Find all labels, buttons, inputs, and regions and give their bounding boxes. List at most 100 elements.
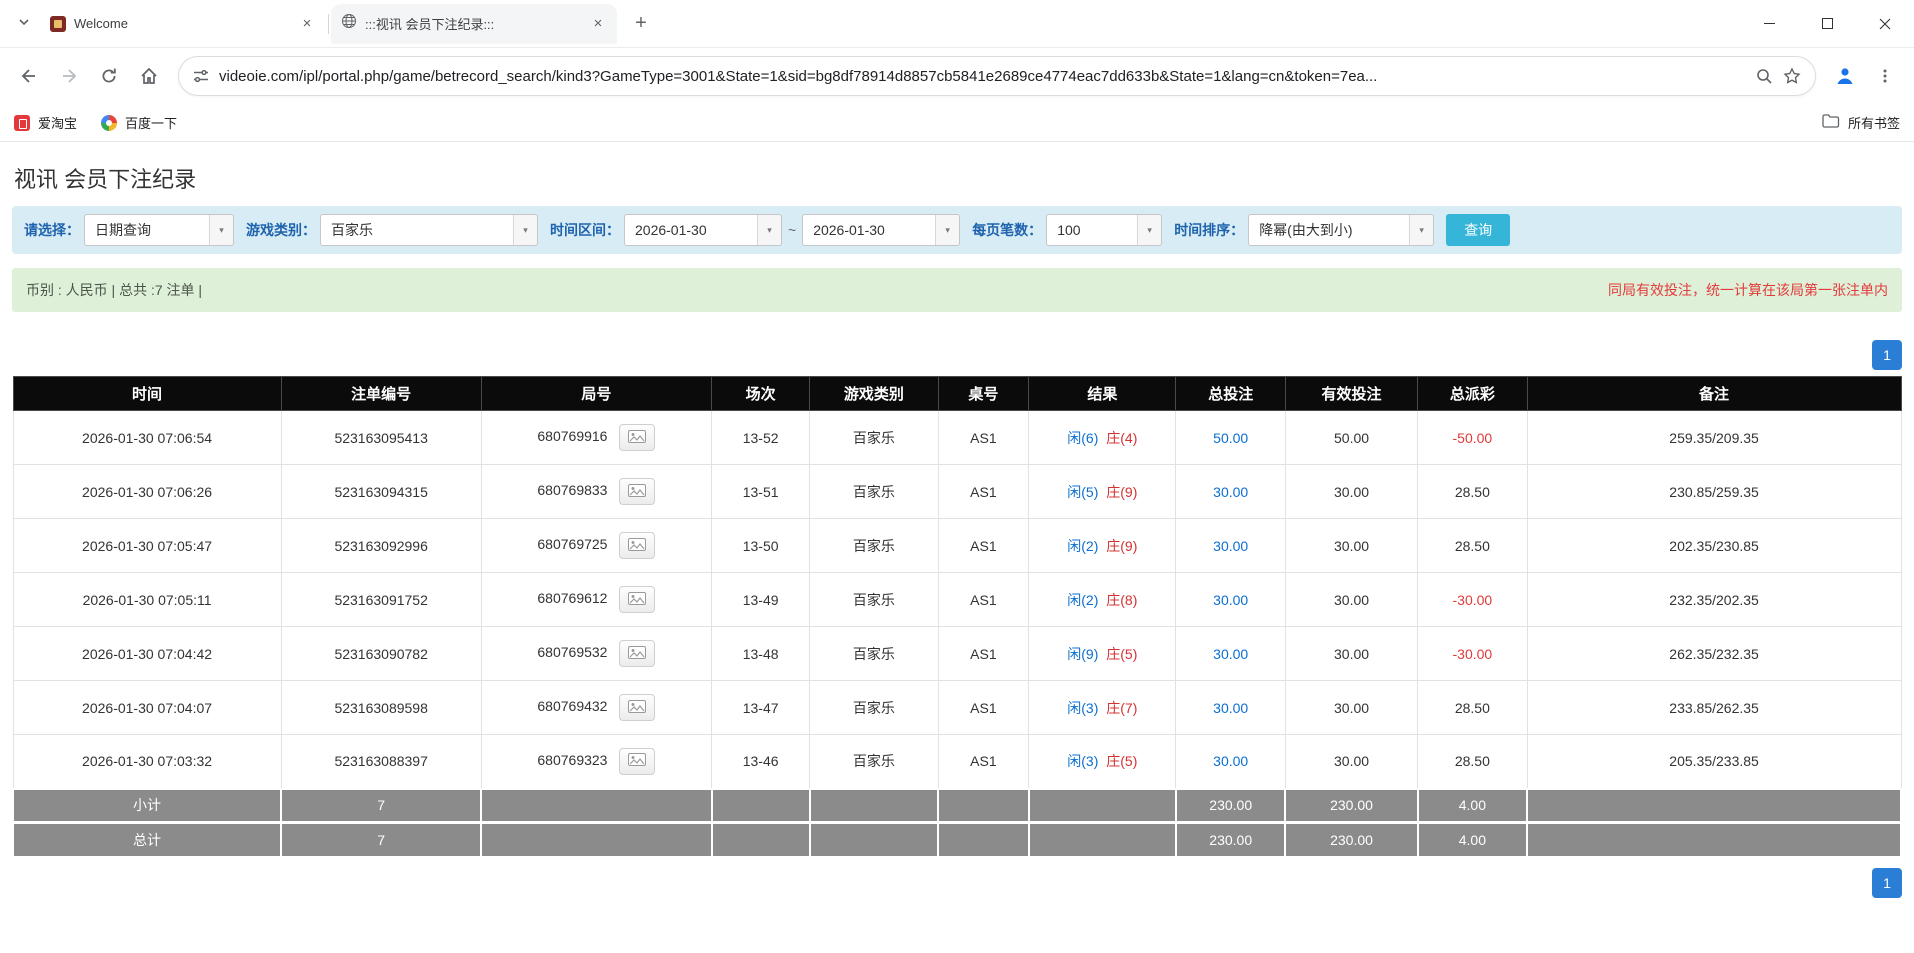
payout-cell: -30.00: [1418, 627, 1528, 681]
game-type-value: 百家乐: [321, 215, 513, 245]
table-row: 2026-01-30 07:04:42 523163090782 6807695…: [13, 627, 1901, 681]
grand-total-label: 总计: [13, 823, 281, 857]
result-cell: 闲(5) 庄(9): [1029, 465, 1176, 519]
valid-bet-cell: 30.00: [1285, 735, 1417, 789]
all-bookmarks-button[interactable]: 所有书签: [1822, 113, 1900, 132]
header-time: 时间: [13, 377, 281, 411]
round-detail-button[interactable]: [619, 478, 655, 505]
filter-bar: 请选择： 日期查询 ▾ 游戏类别： 百家乐 ▾ 时间区间： 2026-01-30…: [12, 206, 1902, 254]
round-detail-button[interactable]: [619, 424, 655, 451]
home-button[interactable]: [130, 57, 168, 95]
bookmark-aitaobao[interactable]: 爱淘宝: [14, 113, 77, 132]
tab-welcome[interactable]: Welcome ×: [40, 4, 326, 44]
total-bet-cell[interactable]: 30.00: [1176, 465, 1286, 519]
profile-avatar[interactable]: [1826, 57, 1864, 95]
round-id: 680769833: [537, 482, 607, 498]
page-1-button[interactable]: 1: [1872, 868, 1902, 898]
game-type-cell: 百家乐: [810, 519, 938, 573]
payout-cell: 28.50: [1418, 465, 1528, 519]
result-cell: 闲(2) 庄(9): [1029, 519, 1176, 573]
browser-window: Welcome × :::视讯 会员下注纪录::: × +: [0, 0, 1914, 953]
empty-cell: [712, 789, 810, 823]
taobao-favicon-icon: [14, 115, 30, 131]
round-detail-button[interactable]: [619, 532, 655, 559]
site-settings-icon[interactable]: [193, 68, 209, 84]
round-detail-image-icon: [628, 753, 646, 769]
result-player: 闲(2): [1067, 538, 1098, 554]
browser-menu-button[interactable]: [1866, 57, 1904, 95]
total-bet-cell[interactable]: 30.00: [1176, 681, 1286, 735]
remark-cell: 233.85/262.35: [1527, 681, 1901, 735]
result-player: 闲(6): [1067, 430, 1098, 446]
page-1-button[interactable]: 1: [1872, 340, 1902, 370]
result-banker: 庄(7): [1106, 700, 1137, 716]
refresh-button[interactable]: [90, 57, 128, 95]
time-sort-label: 时间排序：: [1174, 220, 1244, 240]
table-body: 2026-01-30 07:06:54 523163095413 6807699…: [13, 411, 1901, 789]
query-type-value: 日期查询: [85, 215, 209, 245]
round-id: 680769432: [537, 698, 607, 714]
payout-cell: -30.00: [1418, 573, 1528, 627]
page-title: 视讯 会员下注纪录: [14, 162, 1914, 194]
header-result: 结果: [1029, 377, 1176, 411]
minimize-button[interactable]: [1740, 0, 1798, 47]
payout-cell: 28.50: [1418, 735, 1528, 789]
url-text[interactable]: videoie.com/ipl/portal.php/game/betrecor…: [219, 68, 1745, 85]
time-sort-select[interactable]: 降幂(由大到小) ▾: [1248, 214, 1434, 246]
round-detail-image-icon: [628, 430, 646, 446]
back-button[interactable]: [10, 57, 48, 95]
subtotal-payout: 4.00: [1418, 789, 1528, 823]
total-bet-cell[interactable]: 30.00: [1176, 627, 1286, 681]
globe-icon: [341, 13, 357, 34]
empty-cell: [481, 823, 711, 857]
tab-search-button[interactable]: [8, 10, 40, 38]
forward-button[interactable]: [50, 57, 88, 95]
round-detail-button[interactable]: [619, 694, 655, 721]
address-bar[interactable]: videoie.com/ipl/portal.php/game/betrecor…: [178, 56, 1816, 96]
time-cell: 2026-01-30 07:06:26: [13, 465, 281, 519]
round-detail-image-icon: [628, 700, 646, 716]
remark-cell: 259.35/209.35: [1527, 411, 1901, 465]
total-bet-cell[interactable]: 50.00: [1176, 411, 1286, 465]
date-from-value: 2026-01-30: [625, 215, 757, 245]
round-cell: 680769916: [481, 411, 711, 465]
bet-id-cell: 523163092996: [281, 519, 481, 573]
tab-title: Welcome: [74, 16, 290, 31]
time-cell: 2026-01-30 07:04:07: [13, 681, 281, 735]
total-bet-cell[interactable]: 30.00: [1176, 519, 1286, 573]
maximize-button[interactable]: [1798, 0, 1856, 47]
result-player: 闲(5): [1067, 484, 1098, 500]
date-to-select[interactable]: 2026-01-30 ▾: [802, 214, 960, 246]
page-content: 视讯 会员下注纪录 请选择： 日期查询 ▾ 游戏类别： 百家乐 ▾ 时间区间： …: [0, 142, 1914, 953]
bookmark-baidu[interactable]: 百度一下: [101, 113, 177, 132]
session-cell: 13-51: [712, 465, 810, 519]
round-cell: 680769532: [481, 627, 711, 681]
result-player: 闲(2): [1067, 592, 1098, 608]
navigation-bar: videoie.com/ipl/portal.php/game/betrecor…: [0, 48, 1914, 104]
bet-id-cell: 523163089598: [281, 681, 481, 735]
game-type-select[interactable]: 百家乐 ▾: [320, 214, 538, 246]
round-cell: 680769833: [481, 465, 711, 519]
close-button[interactable]: [1856, 0, 1914, 47]
total-bet-cell[interactable]: 30.00: [1176, 573, 1286, 627]
total-bet-cell[interactable]: 30.00: [1176, 735, 1286, 789]
tab-close-icon[interactable]: ×: [298, 15, 316, 33]
query-type-select[interactable]: 日期查询 ▾: [84, 214, 234, 246]
pagination-top: 1: [12, 340, 1902, 370]
new-tab-button[interactable]: +: [627, 10, 655, 38]
zoom-icon[interactable]: [1755, 67, 1773, 85]
session-cell: 13-50: [712, 519, 810, 573]
search-button[interactable]: 查询: [1446, 214, 1510, 246]
page-size-select[interactable]: 100 ▾: [1046, 214, 1162, 246]
tab-title: :::视讯 会员下注纪录:::: [365, 14, 581, 33]
round-detail-button[interactable]: [619, 748, 655, 775]
welcome-favicon-icon: [50, 16, 66, 32]
tab-bet-records[interactable]: :::视讯 会员下注纪录::: ×: [331, 4, 617, 44]
round-detail-button[interactable]: [619, 586, 655, 613]
round-detail-button[interactable]: [619, 640, 655, 667]
result-banker: 庄(9): [1106, 484, 1137, 500]
bookmark-star-icon[interactable]: [1783, 67, 1801, 85]
header-bet-id: 注单编号: [281, 377, 481, 411]
date-from-select[interactable]: 2026-01-30 ▾: [624, 214, 782, 246]
tab-close-icon[interactable]: ×: [589, 15, 607, 33]
